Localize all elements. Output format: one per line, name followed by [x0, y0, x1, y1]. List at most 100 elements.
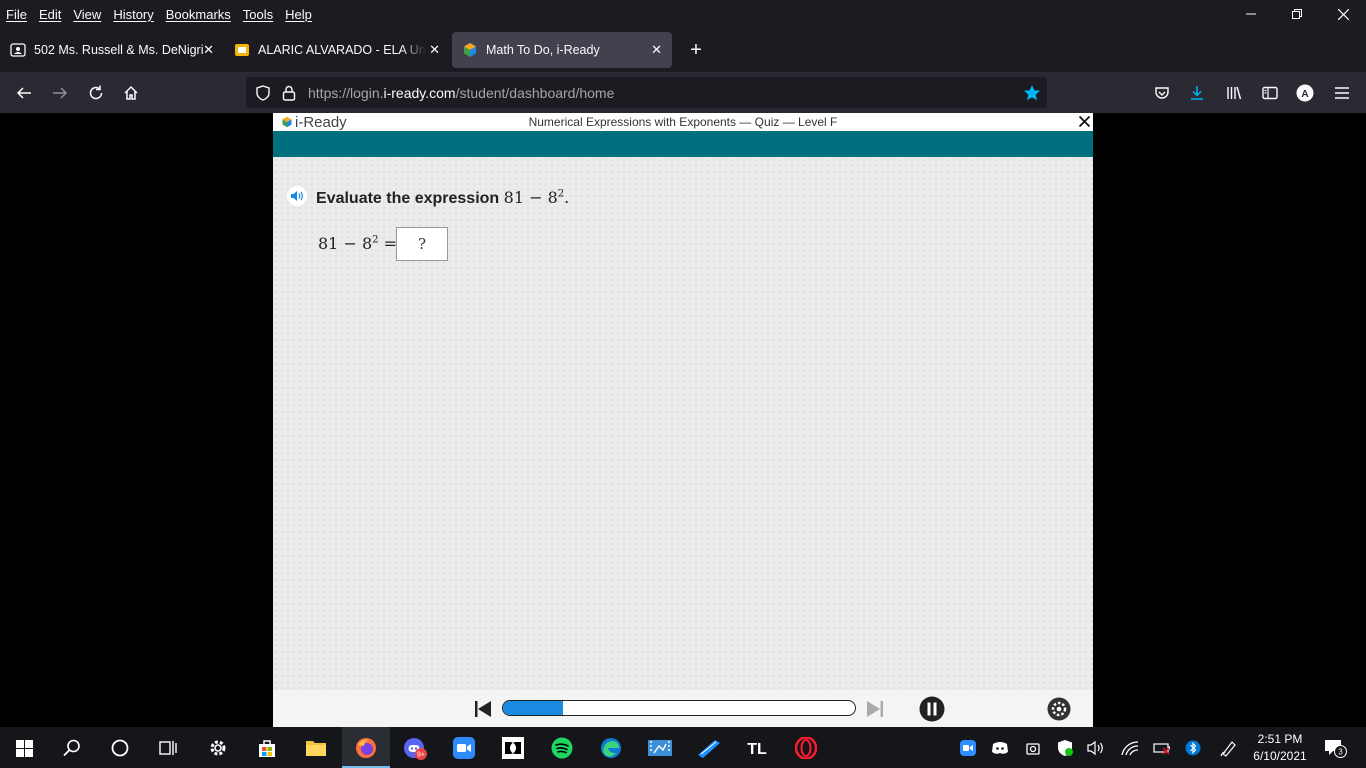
tab-strip: 502 Ms. Russell & Ms. DeNigris ✕ ALARIC …: [0, 28, 1366, 72]
back-arrow-icon: [16, 87, 31, 99]
lesson-title: Numerical Expressions with Exponents — Q…: [528, 115, 838, 129]
edge-app[interactable]: [599, 736, 623, 760]
expression-period: .: [564, 188, 570, 207]
cortana-button[interactable]: [108, 736, 132, 760]
answer-input[interactable]: ?: [396, 227, 448, 261]
tab-iready[interactable]: Math To Do, i-Ready ✕: [452, 32, 672, 68]
home-button[interactable]: [118, 80, 144, 106]
library-icon: [1227, 86, 1242, 100]
minimize-button[interactable]: [1228, 0, 1274, 28]
menu-bar: File Edit View History Bookmarks Tools H…: [0, 0, 1366, 28]
library-button[interactable]: [1221, 80, 1247, 106]
account-avatar-icon: A: [1296, 84, 1314, 102]
tab-title: ALARIC ALVARADO - ELA Unit 6: [258, 43, 426, 57]
speaker-icon: [291, 191, 303, 201]
account-button[interactable]: A: [1292, 80, 1318, 106]
pocket-button[interactable]: [1149, 80, 1175, 106]
star-bookmark-icon[interactable]: [1023, 84, 1041, 102]
notification-icon: 3: [1325, 740, 1347, 758]
close-lesson-button[interactable]: [1078, 113, 1091, 131]
zoom-app[interactable]: [452, 736, 476, 760]
read-aloud-button[interactable]: [287, 186, 307, 206]
app-menu-button[interactable]: [1329, 80, 1355, 106]
tab-close-icon[interactable]: ✕: [429, 42, 440, 58]
camera-tray-icon: [1026, 743, 1040, 755]
film-strip-icon: [648, 740, 672, 756]
forward-arrow-icon: [53, 87, 68, 99]
task-view-button[interactable]: [156, 736, 180, 760]
iready-cube-icon: [464, 43, 476, 57]
lesson-progress-bar: [502, 700, 856, 716]
menu-bookmarks[interactable]: Bookmarks: [161, 7, 236, 22]
firefox-app[interactable]: [354, 736, 378, 760]
sidebar-button[interactable]: [1257, 80, 1283, 106]
shield-icon[interactable]: [255, 84, 271, 101]
reload-button[interactable]: [83, 80, 109, 106]
tray-pen[interactable]: [1220, 739, 1238, 757]
skip-forward-icon[interactable]: [866, 700, 884, 718]
tab-ela-unit[interactable]: ALARIC ALVARADO - ELA Unit 6 ✕: [224, 32, 450, 68]
tray-zoom[interactable]: [959, 739, 977, 757]
iready-lesson-window: i-Ready Numerical Expressions with Expon…: [273, 113, 1093, 727]
system-clock[interactable]: 2:51 PM 6/10/2021: [1246, 731, 1314, 765]
tray-security[interactable]: [1056, 739, 1074, 757]
settings-app[interactable]: [206, 736, 230, 760]
discord-app[interactable]: 9+: [403, 736, 427, 760]
answer-placeholder: ?: [417, 235, 427, 253]
skip-back-icon[interactable]: [474, 700, 492, 718]
search-button[interactable]: [60, 736, 84, 760]
url-host: i-ready.com: [383, 84, 456, 101]
tray-bluetooth[interactable]: [1184, 739, 1202, 757]
back-button[interactable]: [11, 80, 37, 106]
menu-help[interactable]: Help: [280, 7, 317, 22]
lightshot-app[interactable]: [697, 736, 721, 760]
spotify-app[interactable]: [550, 736, 574, 760]
svg-text:TL: TL: [747, 741, 767, 758]
dolby-app[interactable]: [501, 736, 525, 760]
close-window-button[interactable]: [1320, 0, 1366, 28]
url-bar[interactable]: https://login.i-ready.com/student/dashbo…: [246, 77, 1047, 108]
file-explorer-app[interactable]: [304, 736, 328, 760]
tab-classroom[interactable]: 502 Ms. Russell & Ms. DeNigris ✕: [0, 32, 224, 68]
player-controls: [273, 690, 1093, 727]
classroom-icon: [10, 43, 26, 57]
menu-view[interactable]: View: [68, 7, 106, 22]
lesson-header: i-Ready Numerical Expressions with Expon…: [273, 113, 1093, 131]
feather-pen-icon: [698, 740, 720, 758]
restore-button[interactable]: [1274, 0, 1320, 28]
video-editor-app[interactable]: [648, 736, 672, 760]
new-tab-button[interactable]: +: [684, 38, 708, 62]
tab-close-icon[interactable]: ✕: [203, 42, 214, 58]
tray-volume[interactable]: [1087, 739, 1105, 757]
menu-file[interactable]: File: [1, 7, 32, 22]
tab-close-icon[interactable]: ✕: [651, 42, 662, 58]
window-controls: [1228, 0, 1366, 28]
tray-discord[interactable]: [991, 739, 1009, 757]
opera-app[interactable]: [794, 736, 818, 760]
volume-icon: [1087, 740, 1103, 756]
zoom-video-icon: [453, 737, 475, 759]
downloads-button[interactable]: [1184, 80, 1210, 106]
lock-icon[interactable]: [282, 85, 296, 101]
forward-button[interactable]: [47, 80, 73, 106]
nav-bar: https://login.i-ready.com/student/dashbo…: [0, 72, 1366, 113]
action-center-button[interactable]: 3: [1324, 739, 1348, 758]
tray-network[interactable]: [1121, 739, 1139, 757]
store-app[interactable]: [255, 736, 279, 760]
settings-gear-icon[interactable]: [1047, 697, 1071, 721]
equation: 81 − 82 =: [318, 234, 397, 253]
tray-camera[interactable]: [1024, 739, 1042, 757]
menu-edit[interactable]: Edit: [34, 7, 66, 22]
start-button[interactable]: [12, 736, 36, 760]
svg-text:A: A: [1301, 89, 1308, 100]
pause-icon[interactable]: [919, 696, 945, 722]
tlauncher-app[interactable]: TL: [745, 736, 769, 760]
restore-icon: [1292, 9, 1302, 19]
tray-battery[interactable]: [1153, 739, 1171, 757]
notification-count: 3: [1338, 748, 1343, 757]
minimize-icon: [1246, 13, 1256, 15]
url-text[interactable]: https://login.i-ready.com/student/dashbo…: [308, 85, 614, 101]
menu-history[interactable]: History: [108, 7, 158, 22]
menu-tools[interactable]: Tools: [238, 7, 278, 22]
plus-icon: +: [690, 38, 702, 61]
